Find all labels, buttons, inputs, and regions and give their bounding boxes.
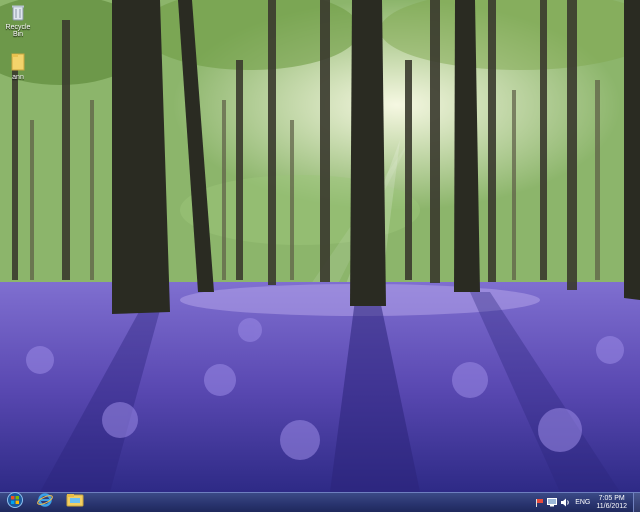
- internet-explorer-icon: [37, 492, 53, 513]
- taskbar: ENG 7:05 PM 11/6/2012: [0, 492, 640, 512]
- clock-time: 7:05 PM: [598, 494, 625, 502]
- windows-start-icon: [7, 492, 23, 513]
- system-tray: ENG 7:05 PM 11/6/2012: [534, 493, 640, 512]
- folder-shortcut[interactable]: ann: [3, 52, 33, 81]
- desktop[interactable]: Recycle Bin ann: [0, 0, 640, 492]
- clock[interactable]: 7:05 PM 11/6/2012: [596, 495, 627, 511]
- taskbar-internet-explorer[interactable]: [32, 492, 58, 513]
- folder-icon: [3, 52, 33, 74]
- volume-icon[interactable]: [560, 498, 570, 508]
- recycle-bin-shortcut[interactable]: Recycle Bin: [3, 4, 33, 38]
- show-desktop-button[interactable]: [633, 493, 640, 512]
- language-indicator[interactable]: ENG: [575, 499, 590, 506]
- taskbar-file-explorer[interactable]: [62, 494, 88, 511]
- folder-icon: [66, 493, 84, 512]
- recycle-bin-label: Recycle Bin: [5, 24, 31, 38]
- action-center-flag-icon[interactable]: [534, 498, 544, 508]
- network-icon[interactable]: [547, 498, 558, 508]
- folder-label: ann: [12, 74, 24, 81]
- start-button[interactable]: [2, 492, 28, 513]
- wallpaper-forest-bluebells: [0, 0, 640, 492]
- recycle-bin-icon: [3, 4, 33, 24]
- clock-date: 11/6/2012: [596, 502, 627, 510]
